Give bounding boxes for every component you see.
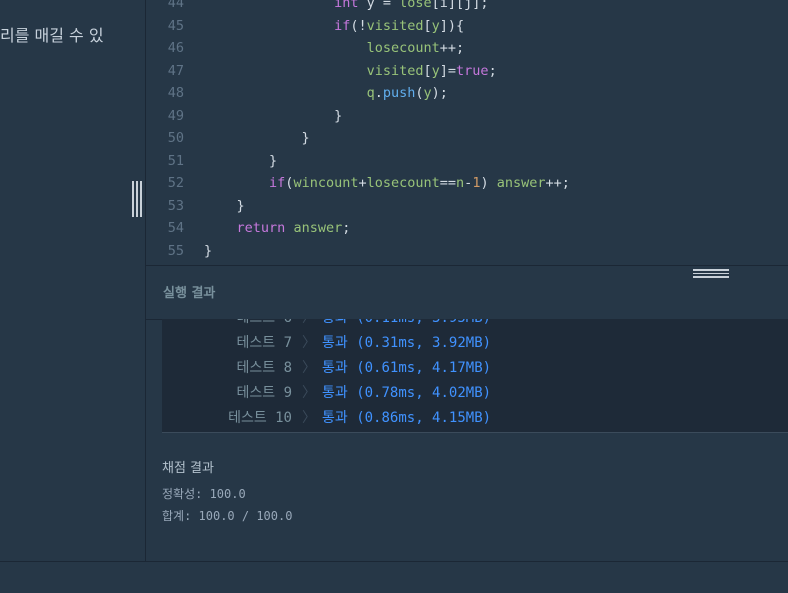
line-number: 50: [167, 130, 184, 146]
line-number: 45: [167, 17, 184, 34]
test-label: 테스트 9: [236, 385, 293, 401]
test-label: 테스트 10: [228, 410, 292, 426]
line-number: 51: [167, 152, 184, 169]
line-number: 49: [167, 107, 184, 124]
code-text: }: [236, 197, 245, 214]
line-number: 44: [167, 0, 184, 11]
line-number: 48: [167, 85, 184, 101]
problem-description-text: 리를 매길 수 있: [0, 26, 104, 45]
chevron-right-icon: 〉: [302, 335, 316, 351]
test-outcome: 통과 (0.31ms, 3.92MB): [322, 335, 492, 351]
chevron-right-icon: 〉: [302, 410, 316, 426]
horizontal-resize-handle[interactable]: [693, 269, 729, 279]
test-label: 테스트 7: [236, 335, 293, 351]
code-text: }: [334, 107, 343, 124]
problem-description-panel: 리를 매길 수 있: [0, 0, 146, 561]
code-text: if(wincount+losecount==n-1) answer++;: [269, 175, 570, 191]
code-text: losecount++;: [366, 40, 465, 56]
test-outcome: 통과 (0.11ms, 3.95MB): [322, 319, 491, 331]
test-results-list: 테스트 6 〉 통과 (0.11ms, 3.95MB) 테스트 7 〉 통과 (0.31m…: [162, 319, 788, 433]
line-number: 52: [167, 175, 184, 191]
result-header: 실행 결과: [146, 266, 788, 320]
code-text: if(!visited[y]){: [334, 17, 465, 34]
code-text: int y = lose[i][j];: [334, 0, 489, 11]
test-outcome: 통과 (0.86ms, 4.15MB): [322, 410, 492, 426]
result-title: 실행 결과: [163, 286, 216, 301]
accuracy-score: 정확성: 100.0: [162, 487, 246, 501]
grading-title: 채점 결과: [162, 461, 214, 476]
chevron-right-icon: 〉: [302, 319, 316, 331]
line-number: 53: [167, 197, 184, 214]
chevron-right-icon: 〉: [302, 385, 316, 401]
test-outcome: 통과 (0.78ms, 4.02MB): [322, 385, 492, 401]
code-text: }: [301, 130, 310, 146]
line-number: 54: [167, 220, 184, 236]
vertical-resize-handle[interactable]: [131, 181, 142, 217]
code-text: }: [269, 152, 278, 169]
line-number: 55: [167, 242, 184, 259]
code-text: visited[y]=true;: [366, 62, 497, 79]
line-number: 46: [167, 40, 184, 56]
code-text: }: [204, 242, 213, 259]
code-editor[interactable]: 44 int y = lose[i][j]; 45 if(!visited[y]){ 4…: [146, 0, 788, 265]
bottom-bar: [0, 561, 788, 593]
test-outcome: 통과 (0.61ms, 4.17MB): [322, 360, 492, 376]
test-label: 테스트 6: [162, 319, 293, 331]
test-label: 테스트 8: [236, 360, 293, 376]
total-score: 합계: 100.0 / 100.0: [162, 509, 293, 523]
code-text: q.push(y);: [366, 85, 448, 101]
line-number: 47: [167, 62, 184, 79]
chevron-right-icon: 〉: [302, 360, 316, 376]
code-text: return answer;: [236, 220, 351, 236]
